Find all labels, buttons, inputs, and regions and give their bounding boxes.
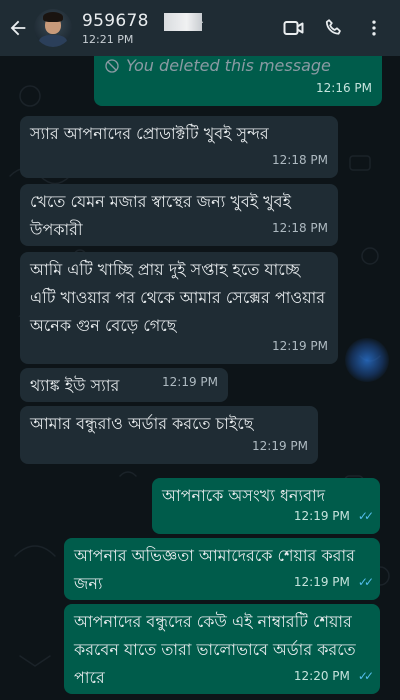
message-time: 12:19 PM xyxy=(293,575,350,589)
avatar[interactable] xyxy=(34,9,72,47)
voice-call-button[interactable] xyxy=(314,8,354,48)
message-incoming[interactable]: থ্যাঙ্ক ইউ স্যার 12:19 PM xyxy=(20,368,228,402)
contact-info[interactable]: 9596784 12:21 PM xyxy=(82,11,274,46)
back-button[interactable] xyxy=(4,0,32,56)
message-outgoing[interactable]: আপনার অভিজ্ঞতা আমাদেরকে শেয়ার করার জন্য… xyxy=(64,538,380,600)
message-incoming[interactable]: আমি এটি খাচ্ছি প্রায় দুই সপ্তাহ হতে যাচ… xyxy=(20,252,338,364)
blocked-icon xyxy=(105,59,119,73)
redaction-blur xyxy=(164,12,202,31)
message-time: 12:18 PM xyxy=(272,221,328,235)
message-time: 12:19 PM xyxy=(293,509,350,523)
message-time: 12:19 PM xyxy=(162,375,218,389)
message-incoming[interactable]: আমার বন্ধুরাও অর্ডার করতে চাইছে 12:19 PM xyxy=(20,406,318,464)
message-text: স্যার আপনাদের প্রোডাক্টটি খুবই সুন্দর xyxy=(30,124,269,143)
contact-status: 12:21 PM xyxy=(82,32,134,46)
message-time: 12:20 PM xyxy=(293,669,350,683)
message-time: 12:16 PM xyxy=(316,81,372,95)
chat-header: 9596784 12:21 PM xyxy=(0,0,400,56)
more-vertical-icon xyxy=(372,20,376,36)
double-check-icon: ✓✓ xyxy=(357,669,374,683)
phone-icon xyxy=(325,19,341,35)
more-options-button[interactable] xyxy=(354,8,394,48)
contact-name: 9596784 xyxy=(82,11,204,31)
message-time: 12:18 PM xyxy=(272,153,328,167)
message-time: 12:19 PM xyxy=(272,339,328,353)
double-check-icon: ✓✓ xyxy=(357,575,374,589)
message-time: 12:19 PM xyxy=(252,439,308,453)
message-incoming[interactable]: স্যার আপনাদের প্রোডাক্টটি খুবই সুন্দর 12… xyxy=(20,116,338,178)
message-text: আমি এটি খাচ্ছি প্রায় দুই সপ্তাহ হতে যাচ… xyxy=(30,260,326,335)
double-check-icon: ✓✓ xyxy=(357,509,374,523)
touch-indicator xyxy=(345,338,389,382)
message-outgoing[interactable]: আপনাকে অসংখ্য ধন্যবাদ 12:19 PM ✓✓ xyxy=(152,478,380,534)
video-call-button[interactable] xyxy=(274,8,314,48)
deleted-label: You deleted this message xyxy=(126,56,331,75)
message-outgoing[interactable]: আপনাদের বন্ধুদের কেউ এই নাম্বারটি শেয়ার… xyxy=(64,604,380,694)
message-incoming[interactable]: খেতে যেমন মজার স্বাস্থের জন্য খুবই খুবই … xyxy=(20,184,338,246)
video-call-icon xyxy=(283,21,304,35)
arrow-left-icon xyxy=(10,20,26,36)
contact-name-visible: 959678 xyxy=(82,10,149,31)
